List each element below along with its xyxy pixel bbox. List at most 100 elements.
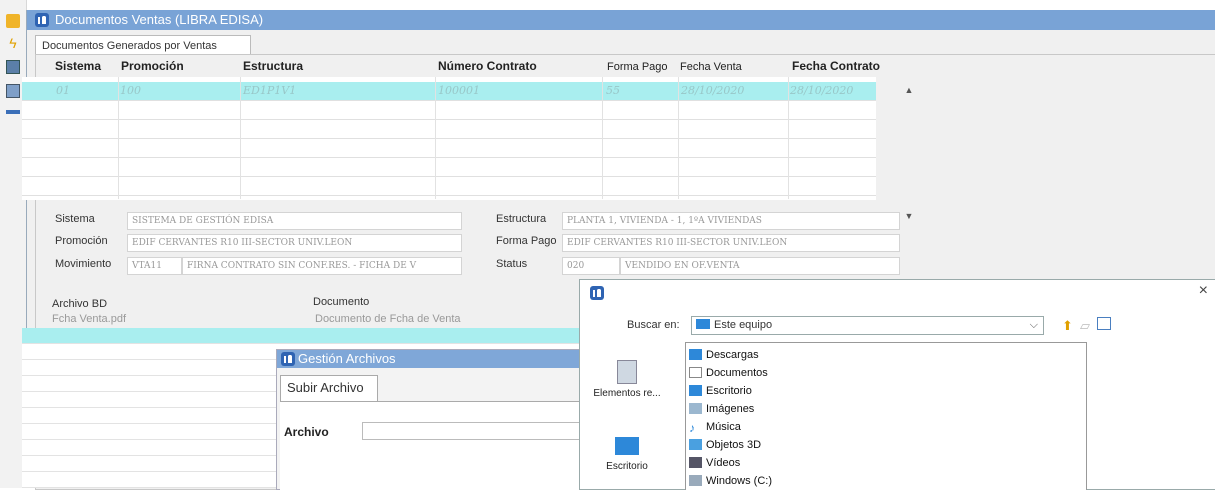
monitor-icon[interactable] [6,84,20,98]
lightning-icon[interactable]: ϟ [6,36,20,50]
videos-icon [689,457,702,468]
item-label: Imágenes [706,403,755,415]
calculator-icon[interactable] [6,60,20,74]
download-icon [689,349,702,360]
documento-value[interactable]: Documento de Fcha de Venta [315,313,461,325]
new-folder-icon[interactable]: ▱ [1080,318,1090,334]
column-divider [118,77,119,199]
estructura-label: Estructura [496,213,547,225]
table-row[interactable] [22,158,876,177]
main-title-bar: Documentos Ventas (LIBRA EDISA) [27,10,1215,30]
archivo-bd-value[interactable]: Fcha Venta.pdf [52,313,126,325]
column-divider [240,77,241,199]
table-row[interactable] [22,101,876,120]
cell-sistema: 01 [56,84,70,97]
app-logo-icon [590,286,604,300]
list-item[interactable]: Imágenes [689,401,754,419]
forma-pago-label: Forma Pago [496,235,557,247]
scroll-down-icon[interactable]: ▼ [903,210,915,222]
pictures-icon [689,403,702,414]
list-item[interactable]: Documentos [689,365,768,383]
col-sistema[interactable]: Sistema [55,59,101,73]
folder-icon[interactable] [6,14,20,28]
drive-icon [689,475,702,486]
objects-3d-icon [689,439,702,450]
list-item[interactable]: Escritorio [689,383,752,401]
item-label: Descargas [706,349,759,361]
cell-estructura: ED1P1V1 [243,84,297,97]
documento-header[interactable]: Documento [313,296,369,308]
archivo-bd-header[interactable]: Archivo BD [52,298,107,310]
list-item[interactable]: Vídeos [689,455,740,473]
location-dropdown[interactable]: Este equipo ⌵ [691,316,1044,335]
movimiento-code-field[interactable]: VTA11 [127,257,182,275]
view-menu-icon[interactable] [1097,317,1111,330]
file-list: Descargas Documentos Escritorio Imágenes… [685,342,1087,490]
status-label: Status [496,258,528,270]
item-label: Windows (C:) [706,475,773,487]
list-item[interactable]: ♪ Música [689,419,741,437]
tab-documentos-generados[interactable]: Documentos Generados por Ventas [35,35,251,55]
list-item[interactable]: Descargas [689,347,759,365]
app-logo-icon [35,13,49,27]
forma-pago-field[interactable]: EDIF CERVANTES R10 III-SECTOR UNIV.LEON [562,234,900,252]
cell-promocion: 100 [120,84,141,97]
close-icon[interactable]: × [1199,282,1208,300]
col-fecha-contrato[interactable]: Fecha Contrato [792,59,880,73]
location-value: Este equipo [714,319,773,331]
buscar-label: Buscar en: [627,319,680,331]
movimiento-label: Movimiento [55,258,112,270]
movimiento-field[interactable]: FIRNA CONTRATO SIN CONF.RES. - FICHA DE … [182,257,462,275]
app-logo-icon [281,352,295,366]
place-escritorio-label: Escritorio [606,461,648,472]
status-code-field[interactable]: 020 [562,257,620,275]
up-folder-icon[interactable]: ⬆ [1062,318,1073,334]
col-forma-pago[interactable]: Forma Pago [607,61,668,73]
column-divider [678,77,679,199]
computer-icon [696,319,710,329]
recent-items-icon [617,360,637,384]
gestion-title-bar: Gestión Archivos [277,350,587,368]
gestion-title: Gestión Archivos [298,351,396,366]
sistema-field[interactable]: SISTEMA DE GESTIÓN EDISA [127,212,462,230]
item-label: Escritorio [706,385,752,397]
col-fecha-venta[interactable]: Fecha Venta [680,61,742,73]
table-row[interactable] [22,139,876,158]
music-icon: ♪ [689,421,695,435]
chevron-down-icon: ⌵ [1029,319,1038,331]
column-divider [602,77,603,199]
place-escritorio[interactable]: Escritorio [592,437,662,472]
desktop-icon [689,385,702,396]
status-field[interactable]: VENDIDO EN OF.VENTA [620,257,900,275]
minus-icon[interactable] [6,110,20,114]
cell-fecha-venta: 28/10/2020 [681,84,745,97]
table-row[interactable] [22,120,876,139]
promocion-label: Promoción [55,235,108,247]
col-numero-contrato[interactable]: Número Contrato [438,59,537,73]
item-label: Objetos 3D [706,439,762,451]
item-label: Música [706,421,741,433]
cell-numero-contrato: 100001 [438,84,480,97]
list-item[interactable]: Windows (C:) [689,473,772,491]
col-promocion[interactable]: Promoción [121,59,184,73]
gestion-body: Archivo [280,401,588,490]
estructura-field[interactable]: PLANTA 1, VIVIENDA - 1, 1ºA VIVIENDAS [562,212,900,230]
archivo-input[interactable] [362,422,588,440]
promocion-field[interactable]: EDIF CERVANTES R10 III-SECTOR UNIV.LEON [127,234,462,252]
list-item[interactable]: Objetos 3D [689,437,761,455]
tab-subir-archivo[interactable]: Subir Archivo [280,375,378,401]
gestion-archivos-window: Gestión Archivos Subir Archivo Archivo [276,349,588,490]
archivo-label: Archivo [284,425,329,439]
col-estructura[interactable]: Estructura [243,59,303,73]
places-bar: Elementos re... Escritorio [592,342,662,489]
column-divider [788,77,789,199]
desktop-icon [615,437,639,455]
document-icon [689,367,702,378]
table-row[interactable] [22,177,876,196]
place-recent[interactable]: Elementos re... [592,360,662,399]
table-row[interactable] [22,328,582,344]
table-row[interactable]: 01 100 ED1P1V1 100001 55 28/10/2020 28/1… [22,82,876,101]
place-recent-label: Elementos re... [593,388,661,399]
scroll-up-icon[interactable]: ▲ [903,84,915,96]
column-divider [435,77,436,199]
